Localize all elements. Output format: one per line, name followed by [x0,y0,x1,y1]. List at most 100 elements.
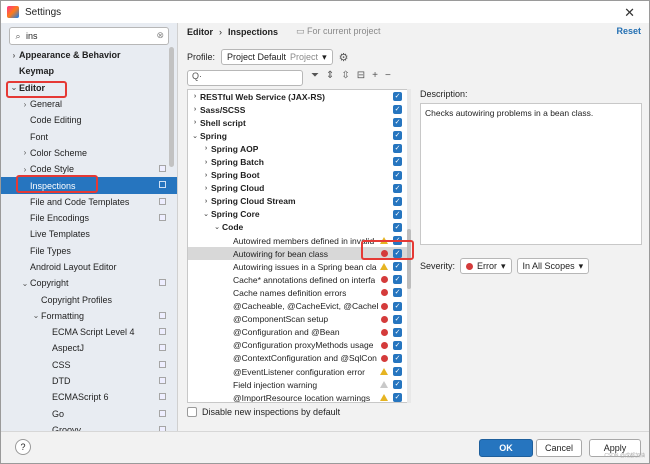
inspection-row[interactable]: ⌄ Spring ✓ [188,129,408,142]
inspection-checkbox[interactable]: ✓ [393,288,402,298]
chevron-down-icon[interactable]: ⌄ [190,132,200,140]
sidebar-item[interactable]: › General [1,96,177,112]
sidebar-item[interactable]: Keymap [1,63,177,79]
chevron-right-icon[interactable]: › [190,119,200,126]
sidebar-item[interactable]: › Appearance & Behavior [1,47,177,63]
inspection-checkbox[interactable]: ✓ [393,170,402,180]
inspection-row[interactable]: @EventListener configuration error ✓ [188,365,408,378]
inspection-checkbox[interactable]: ✓ [393,366,402,376]
inspection-row[interactable]: › Spring Batch ✓ [188,155,408,168]
inspection-checkbox[interactable]: ✓ [393,105,402,115]
inspection-row[interactable]: › RESTful Web Service (JAX-RS) ✓ [188,90,408,103]
inspection-row[interactable]: @ContextConfiguration and @SqlCon ✓ [188,352,408,365]
inspection-row[interactable]: Field injection warning ✓ [188,378,408,391]
inspection-row[interactable]: @ImportResource location warnings ✓ [188,391,408,402]
profile-select[interactable]: Project Default Project ▾ [221,49,333,65]
disable-new-checkbox[interactable] [187,407,197,417]
collapse-all-icon[interactable]: ⇳ [341,70,349,81]
inspection-checkbox[interactable]: ✓ [393,222,402,232]
inspection-checkbox[interactable]: ✓ [393,314,402,324]
remove-icon[interactable]: − [385,70,391,81]
chevron-right-icon[interactable]: › [20,100,30,109]
inspection-row[interactable]: Cache* annotations defined on interfa ✓ [188,273,408,286]
sidebar-item[interactable]: Font [1,128,177,144]
sidebar-item[interactable]: Go [1,406,177,422]
inspection-row[interactable]: › Sass/SCSS ✓ [188,103,408,116]
sidebar-scrollbar[interactable] [169,47,174,167]
sidebar-item[interactable]: File Types [1,243,177,259]
inspection-row[interactable]: ⌄ Code ✓ [188,221,408,234]
inspection-checkbox[interactable]: ✓ [393,353,402,363]
expand-all-icon[interactable]: ⇕ [326,70,334,81]
add-icon[interactable]: + [372,70,378,81]
chevron-down-icon[interactable]: ⌄ [31,311,41,320]
sidebar-item[interactable]: Copyright Profiles [1,291,177,307]
sidebar-item[interactable]: Groovy [1,422,177,431]
sidebar-item[interactable]: › Color Scheme [1,145,177,161]
chevron-right-icon[interactable]: › [190,93,200,100]
sidebar-item[interactable]: CSS [1,357,177,373]
gear-icon[interactable]: ⚙ [339,51,349,64]
filter-icon[interactable]: ⏷ [311,70,319,81]
inspection-checkbox[interactable]: ✓ [393,275,402,285]
sidebar-item[interactable]: ECMA Script Level 4 [1,324,177,340]
chevron-down-icon[interactable]: ⌄ [212,223,222,231]
chevron-right-icon[interactable]: › [201,159,211,166]
inspection-row[interactable]: › Spring Cloud ✓ [188,182,408,195]
chevron-down-icon[interactable]: ⌄ [201,210,211,218]
sidebar-item[interactable]: Android Layout Editor [1,259,177,275]
clear-search-icon[interactable]: ⊗ [156,30,164,41]
inspection-row[interactable]: Autowiring issues in a Spring bean cla ✓ [188,260,408,273]
sidebar-item[interactable]: AspectJ [1,340,177,356]
inspection-row[interactable]: › Spring Cloud Stream ✓ [188,195,408,208]
scope-select[interactable]: In All Scopes ▾ [516,258,590,274]
sidebar-item[interactable]: ⌄ Formatting [1,308,177,324]
inspection-checkbox[interactable]: ✓ [393,340,402,350]
inspection-row[interactable]: ⌄ Spring Core ✓ [188,208,408,221]
inspection-row[interactable]: › Spring Boot ✓ [188,169,408,182]
chevron-right-icon[interactable]: › [201,198,211,205]
inspection-row[interactable]: @Configuration and @Bean ✓ [188,326,408,339]
chevron-right-icon[interactable]: › [20,148,30,157]
inspection-row[interactable]: @Cacheable, @CacheEvict, @CachePu ✓ [188,300,408,313]
inspection-checkbox[interactable]: ✓ [393,380,402,390]
inspection-row[interactable]: › Shell script ✓ [188,116,408,129]
sidebar-item[interactable]: File Encodings [1,210,177,226]
chevron-right-icon[interactable]: › [201,185,211,192]
cancel-button[interactable]: Cancel [536,439,582,457]
sidebar-item[interactable]: Code Editing [1,112,177,128]
inspection-row[interactable]: @ComponentScan setup ✓ [188,313,408,326]
inspection-checkbox[interactable]: ✓ [393,393,402,402]
ok-button[interactable]: OK [479,439,533,457]
inspection-checkbox[interactable]: ✓ [393,92,402,101]
inspection-row[interactable]: › Spring AOP ✓ [188,142,408,155]
inspection-checkbox[interactable]: ✓ [393,301,402,311]
sidebar-item[interactable]: Live Templates [1,226,177,242]
severity-select[interactable]: Error ▾ [460,258,512,274]
reset-link[interactable]: Reset [616,26,641,36]
inspection-checkbox[interactable]: ✓ [393,183,402,193]
chevron-down-icon[interactable]: ⌄ [20,279,30,288]
inspection-checkbox[interactable]: ✓ [393,118,402,128]
inspection-checkbox[interactable]: ✓ [393,144,402,154]
chevron-right-icon[interactable]: › [201,172,211,179]
chevron-right-icon[interactable]: › [190,106,200,113]
sidebar-item[interactable]: DTD [1,373,177,389]
inspection-row[interactable]: @Configuration proxyMethods usage ✓ [188,339,408,352]
inspection-checkbox[interactable]: ✓ [393,196,402,206]
disable-new-row[interactable]: Disable new inspections by default [187,407,340,417]
reset-to-default-icon[interactable]: ⊟ [357,70,365,81]
close-icon[interactable]: ✕ [624,5,635,21]
chevron-right-icon[interactable]: › [20,165,30,174]
inspection-checkbox[interactable]: ✓ [393,327,402,337]
chevron-right-icon[interactable]: › [201,145,211,152]
inspection-checkbox[interactable]: ✓ [393,131,402,141]
inspection-checkbox[interactable]: ✓ [393,209,402,219]
chevron-right-icon[interactable]: › [9,51,19,60]
sidebar-item[interactable]: ⌄ Copyright [1,275,177,291]
inspection-checkbox[interactable]: ✓ [393,262,402,272]
inspection-row[interactable]: Cache names definition errors ✓ [188,286,408,299]
inspection-checkbox[interactable]: ✓ [393,157,402,167]
sidebar-item[interactable]: File and Code Templates [1,194,177,210]
settings-search-input[interactable]: ⌕ ins ⊗ [9,27,169,45]
